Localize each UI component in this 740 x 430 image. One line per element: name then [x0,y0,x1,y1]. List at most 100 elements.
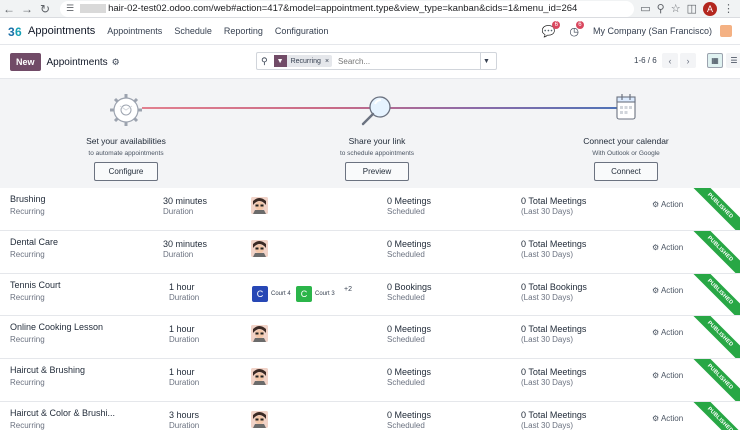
meetings-count[interactable]: 0 Meetings [387,367,431,377]
appointment-row[interactable]: Dental Care Recurring 30 minutes Duratio… [0,230,740,274]
browser-toolbar: ← → ↻ ☰ hair-02-test02.odoo.com/web#acti… [0,0,740,18]
profile-avatar[interactable]: A [703,1,717,16]
action-label: Action [660,242,684,252]
duration-value: 30 minutes [163,196,208,206]
meetings-label: Scheduled [387,249,425,259]
appointment-name[interactable]: Tennis Court [10,280,61,290]
search-icon[interactable]: ⚲ [261,56,268,67]
meetings-label: Scheduled [387,378,425,388]
appointment-row[interactable]: Haircut & Color & Brushi... Recurring 3 … [0,401,740,430]
pager-next-button[interactable]: › [680,53,696,68]
gear-icon: ⚙ [652,413,660,423]
action-button[interactable]: ⚙ Action [652,243,683,252]
app-name[interactable]: Appointments [28,25,95,37]
appointment-row[interactable]: Tennis Court Recurring 1 hour Duration C… [0,273,740,317]
onboarding-step-calendar: Connect your calendar With Outlook or Go… [536,79,716,181]
appointment-name[interactable]: Brushing [10,194,46,204]
address-bar[interactable]: ☰ hair-02-test02.odoo.com/web#action=417… [60,0,635,17]
bookmark-star-icon[interactable]: ☆ [671,2,681,15]
gear-icon: ⚙ [652,371,660,381]
total-count[interactable]: 0 Total Meetings [521,367,586,377]
total-count[interactable]: 0 Total Meetings [521,239,586,249]
search-options-toggle[interactable]: ▼ [480,53,492,69]
configure-button[interactable]: Configure [94,162,158,181]
appointment-name[interactable]: Haircut & Color & Brushi... [10,408,115,418]
appointment-row[interactable]: Online Cooking Lesson Recurring 1 hour D… [0,316,740,360]
menu-appointments[interactable]: Appointments [107,26,162,36]
forward-icon[interactable]: → [18,0,36,18]
staff-avatar [251,197,268,214]
published-ribbon: PUBLISHED [688,273,740,316]
resource-court-b: C Court 3 [296,285,335,302]
new-button[interactable]: New [10,53,41,71]
user-avatar[interactable] [720,25,732,37]
onboarding-panel: Set your availabilities to automate appo… [0,78,740,188]
appointment-name[interactable]: Online Cooking Lesson [10,322,103,332]
total-count[interactable]: 0 Total Meetings [521,196,586,206]
appointment-row[interactable]: Brushing Recurring 30 minutes Duration 0… [0,188,740,231]
duration-label: Duration [163,207,194,216]
more-resources-count[interactable]: +2 [344,286,352,293]
meetings-count[interactable]: 0 Bookings [387,282,432,292]
action-button[interactable]: ⚙ Action [652,328,683,337]
search-input[interactable] [338,56,480,66]
appointment-row[interactable]: Haircut & Brushing Recurring 1 hour Dura… [0,359,740,402]
zoom-icon[interactable]: ⚲ [657,2,665,15]
action-button[interactable]: ⚙ Action [652,414,683,423]
remove-facet-icon[interactable]: × [325,58,332,65]
action-button[interactable]: ⚙ Action [652,371,683,380]
menu-schedule[interactable]: Schedule [174,26,212,36]
breadcrumb-title: Appointments [46,56,108,68]
staff-avatar [251,368,268,386]
appointment-name[interactable]: Haircut & Brushing [10,365,85,375]
magnifier-icon [361,96,391,126]
meetings-count[interactable]: 0 Meetings [387,239,431,249]
action-label: Action [660,200,684,209]
action-button[interactable]: ⚙ Action [652,200,683,209]
gear-icon[interactable]: ⚙ [112,57,120,68]
court-chip-icon: C [252,285,268,302]
meetings-count[interactable]: 0 Meetings [387,324,431,334]
total-count[interactable]: 0 Total Bookings [521,282,587,292]
gear-icon: ⚙ [652,200,660,209]
duration-label: Duration [163,249,194,259]
messages-icon[interactable]: 💬 6 [542,20,561,38]
appointment-type: Recurring [10,378,45,388]
menu-reporting[interactable]: Reporting [224,26,263,36]
step-title: Set your availabilities [86,136,166,146]
appointments-app-icon[interactable]: 36 [8,24,24,39]
action-button[interactable]: ⚙ Action [652,286,683,295]
duration-label: Duration [169,292,200,302]
onboarding-step-link: Share your link to schedule appointments… [287,79,467,181]
sidepanel-icon[interactable]: ◫ [687,2,697,15]
preview-button[interactable]: Preview [345,162,409,181]
activities-clock-icon[interactable]: ◷ 6 [569,20,584,38]
site-info-icon[interactable]: ☰ [66,3,74,14]
connect-button[interactable]: Connect [594,162,658,181]
pager-value[interactable]: 1-6 / 6 [634,56,657,65]
back-icon[interactable]: ← [0,0,18,18]
action-label: Action [660,413,684,423]
pager-previous-button[interactable]: ‹ [662,53,678,68]
kanban-view-button[interactable]: ▦ [707,53,723,68]
messages-count-badge: 6 [552,20,561,29]
total-count[interactable]: 0 Total Meetings [521,324,586,334]
search-bar: ⚲ ▼ Recurring × ▼ [256,52,497,70]
meetings-count[interactable]: 0 Meetings [387,410,431,420]
resource-court-a: C Court 4 [252,285,291,302]
step-subtitle: With Outlook or Google [592,150,660,157]
list-view-button[interactable]: ☰ [726,53,740,68]
main-navbar: 36 Appointments Appointments Schedule Re… [0,18,740,45]
company-switcher[interactable]: My Company (San Francisco) [593,26,712,36]
browser-menu-icon[interactable]: ⋮ [723,2,734,15]
staff-avatar [251,410,268,428]
reload-icon[interactable]: ↻ [36,0,54,18]
onboarding-step-availabilities: Set your availabilities to automate appo… [36,79,216,181]
total-count[interactable]: 0 Total Meetings [521,410,586,420]
appointment-name[interactable]: Dental Care [10,237,58,247]
appointment-list: Brushing Recurring 30 minutes Duration 0… [0,188,740,430]
meetings-count[interactable]: 0 Meetings [387,196,431,206]
install-app-icon[interactable]: ▭ [640,2,650,15]
staff-avatar [251,325,268,343]
menu-configuration[interactable]: Configuration [275,26,329,36]
